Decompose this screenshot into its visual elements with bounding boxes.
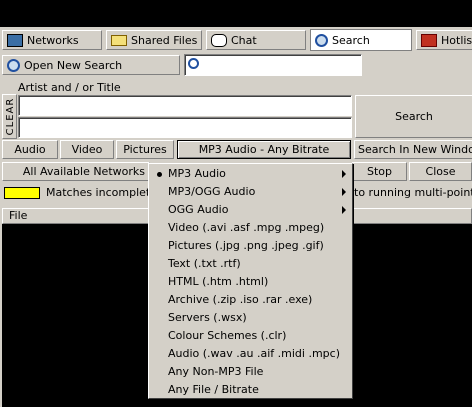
menu-item-label: Audio (.wav .au .aif .midi .mpc)	[168, 347, 340, 360]
folder-icon	[111, 34, 127, 46]
menu-item-audio-other[interactable]: Audio (.wav .au .aif .midi .mpc)	[149, 345, 352, 363]
clear-label: CLEAR	[5, 97, 16, 136]
format-menu: MP3 Audio MP3/OGG Audio OGG Audio Video …	[148, 163, 353, 399]
tab-search[interactable]: Search	[310, 29, 412, 51]
tab-shared-files[interactable]: Shared Files	[106, 30, 202, 50]
submenu-arrow-icon	[342, 206, 346, 214]
menu-item-label: Colour Schemes (.clr)	[168, 329, 287, 342]
menu-item-colour-schemes[interactable]: Colour Schemes (.clr)	[149, 327, 352, 345]
file-column-label: File	[9, 209, 28, 222]
status-text: to running multi-point do	[354, 186, 472, 199]
network-icon	[7, 33, 23, 47]
menu-item-ogg-audio[interactable]: OGG Audio	[149, 201, 352, 219]
category-audio-button[interactable]: Audio	[2, 140, 58, 159]
category-pictures-button[interactable]: Pictures	[116, 140, 174, 159]
matches-swatch	[4, 187, 40, 199]
artist-input[interactable]	[18, 95, 352, 116]
tab-networks-label: Networks	[27, 33, 79, 47]
selected-bullet-icon	[157, 172, 162, 177]
search-new-window-label: Search In New Window	[358, 143, 472, 156]
menu-item-any-file[interactable]: Any File / Bitrate	[149, 381, 352, 399]
chat-icon	[211, 33, 227, 47]
tab-hotlist-label: Hotlist	[441, 33, 472, 47]
menu-item-label: Text (.txt .rtf)	[168, 257, 241, 270]
open-new-search-label: Open New Search	[24, 58, 123, 72]
menu-item-mp3-audio[interactable]: MP3 Audio	[149, 165, 352, 183]
tab-hotlist[interactable]: Hotlist	[416, 30, 472, 50]
tab-shared-files-label: Shared Files	[131, 33, 198, 47]
menu-item-label: Video (.avi .asf .mpg .mpeg)	[168, 221, 325, 234]
menu-item-text[interactable]: Text (.txt .rtf)	[149, 255, 352, 273]
category-video-button[interactable]: Video	[60, 140, 114, 159]
quick-search-input[interactable]	[184, 54, 362, 76]
open-new-search-button[interactable]: Open New Search	[2, 55, 180, 75]
menu-item-label: HTML (.htm .html)	[168, 275, 269, 288]
clear-button[interactable]: CLEAR	[2, 94, 17, 139]
search-icon	[188, 58, 199, 69]
search-icon	[7, 58, 20, 72]
menu-item-label: Any Non-MP3 File	[168, 365, 264, 378]
tab-networks[interactable]: Networks	[2, 30, 102, 50]
menu-item-pictures[interactable]: Pictures (.jpg .png .jpeg .gif)	[149, 237, 352, 255]
close-button[interactable]: Close	[409, 162, 472, 181]
submenu-arrow-icon	[342, 170, 346, 178]
hotlist-icon	[421, 33, 437, 47]
menu-item-archive[interactable]: Archive (.zip .iso .rar .exe)	[149, 291, 352, 309]
menu-item-label: Servers (.wsx)	[168, 311, 247, 324]
menu-item-html[interactable]: HTML (.htm .html)	[149, 273, 352, 291]
format-dropdown[interactable]: MP3 Audio - Any Bitrate	[177, 140, 351, 159]
tab-chat-label: Chat	[231, 33, 257, 47]
menu-item-label: MP3/OGG Audio	[168, 185, 256, 198]
submenu-arrow-icon	[342, 188, 346, 196]
menu-item-label: Pictures (.jpg .png .jpeg .gif)	[168, 239, 324, 252]
menu-item-label: Any File / Bitrate	[168, 383, 259, 396]
search-icon	[315, 33, 328, 47]
menu-item-label: OGG Audio	[168, 203, 229, 216]
menu-item-servers[interactable]: Servers (.wsx)	[149, 309, 352, 327]
search-new-window-button[interactable]: Search In New Window	[354, 140, 472, 159]
menu-item-label: MP3 Audio	[168, 167, 226, 180]
title-input[interactable]	[18, 117, 352, 138]
search-button[interactable]: Search	[355, 95, 472, 138]
menu-item-any-non-mp3[interactable]: Any Non-MP3 File	[149, 363, 352, 381]
tab-search-label: Search	[332, 33, 370, 47]
menu-item-video[interactable]: Video (.avi .asf .mpg .mpeg)	[149, 219, 352, 237]
matches-incomplete-label: Matches incomplete	[46, 186, 157, 199]
artist-title-label: Artist and / or Title	[18, 81, 121, 94]
title-bar	[0, 0, 472, 27]
networks-dropdown[interactable]: All Available Networks	[2, 162, 150, 181]
stop-button[interactable]: Stop	[352, 162, 407, 181]
tab-chat[interactable]: Chat	[206, 30, 306, 50]
menu-item-mp3-ogg-audio[interactable]: MP3/OGG Audio	[149, 183, 352, 201]
menu-item-label: Archive (.zip .iso .rar .exe)	[168, 293, 313, 306]
